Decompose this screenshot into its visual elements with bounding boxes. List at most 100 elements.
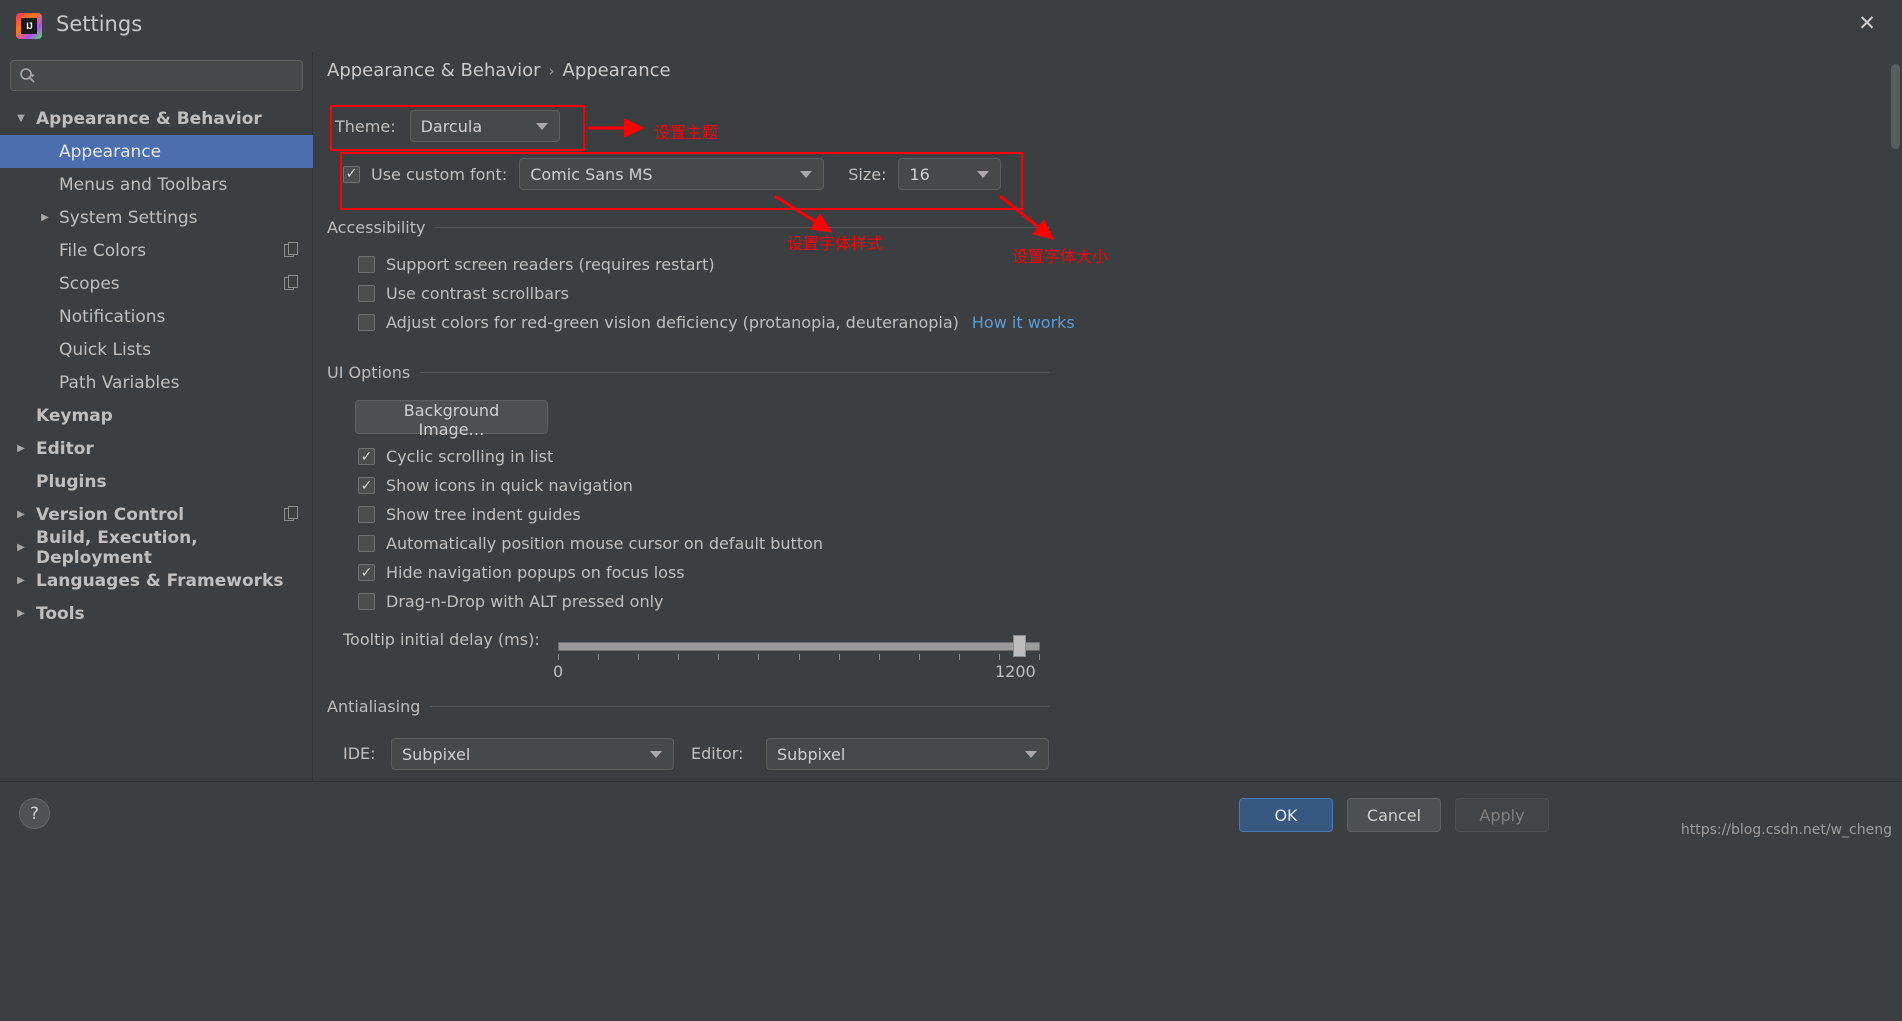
chevron-right-icon[interactable]: ▶ — [14, 541, 28, 555]
main-panel: Appearance & Behavior › Appearance Theme: … — [313, 52, 1902, 781]
logo-inner-text: IJ — [21, 18, 37, 34]
sidebar-item-label: Scopes — [59, 273, 120, 294]
settings-tree: ▼ Appearance & Behavior Appearance Menus an… — [0, 102, 313, 630]
sidebar-item-quick-lists[interactable]: Quick Lists — [0, 333, 313, 366]
watermark-text: https://blog.csdn.net/w_cheng — [1680, 822, 1892, 838]
close-icon[interactable]: ✕ — [1850, 8, 1884, 38]
antialiasing-editor-value: Subpixel — [777, 744, 846, 764]
how-it-works-link[interactable]: How it works — [972, 313, 1075, 332]
sidebar-item-label: File Colors — [59, 240, 147, 261]
chevron-down-icon — [800, 171, 813, 178]
copy-settings-icon[interactable] — [284, 275, 299, 291]
sidebar-item-appearance[interactable]: Appearance — [0, 135, 313, 168]
copy-settings-icon[interactable] — [284, 242, 299, 258]
custom-font-row: Use custom font: Comic Sans MS Size: 16 — [343, 158, 1002, 190]
sidebar-item-version-control[interactable]: ▶ Version Control — [0, 498, 313, 531]
copy-settings-icon[interactable] — [284, 506, 299, 522]
antialiasing-ide-value: Subpixel — [402, 744, 471, 764]
sidebar: ▼ Appearance & Behavior Appearance Menus an… — [0, 52, 313, 781]
adjust-colors-label: Adjust colors for red-green vision defic… — [386, 313, 959, 332]
checkbox-row-tree-indent-guides[interactable]: Show tree indent guides — [358, 505, 581, 524]
checkbox-row-auto-position-cursor[interactable]: Automatically position mouse cursor on d… — [358, 534, 823, 553]
font-size-select[interactable]: 16 — [898, 158, 1002, 190]
sidebar-item-label: Menus and Toolbars — [59, 174, 228, 195]
chevron-down-icon — [650, 751, 662, 758]
breadcrumb-root[interactable]: Appearance & Behavior — [327, 60, 541, 81]
sidebar-item-scopes[interactable]: Scopes — [0, 267, 313, 300]
ui-options-group-title: UI Options — [327, 363, 411, 382]
chevron-right-icon[interactable]: ▶ — [14, 442, 28, 456]
breadcrumb: Appearance & Behavior › Appearance — [327, 60, 671, 81]
sidebar-item-languages-frameworks[interactable]: ▶ Languages & Frameworks — [0, 564, 313, 597]
search-field-wrapper — [10, 60, 303, 91]
checkbox-row-contrast-scrollbars[interactable]: Use contrast scrollbars — [358, 284, 569, 303]
sidebar-item-build-execution-deployment[interactable]: ▶ Build, Execution, Deployment — [0, 528, 313, 568]
sidebar-item-label: System Settings — [59, 207, 198, 228]
font-size-label: Size: — [848, 164, 887, 184]
divider — [420, 372, 1049, 373]
sidebar-item-label: Quick Lists — [59, 339, 152, 360]
use-custom-font-checkbox[interactable] — [343, 165, 360, 183]
chevron-down-icon[interactable]: ▼ — [14, 112, 28, 126]
sidebar-item-plugins[interactable]: Plugins — [0, 465, 313, 498]
slider-min-label: 0 — [553, 662, 564, 681]
hide-navigation-popups-checkbox[interactable] — [358, 564, 375, 581]
sidebar-item-keymap[interactable]: Keymap — [0, 399, 313, 432]
sidebar-item-label: Appearance — [59, 141, 162, 162]
drag-n-drop-alt-checkbox[interactable] — [358, 593, 375, 610]
sidebar-item-editor[interactable]: ▶ Editor — [0, 432, 313, 465]
sidebar-item-notifications[interactable]: Notifications — [0, 300, 313, 333]
vertical-scrollbar[interactable] — [1891, 64, 1900, 149]
checkbox-row-cyclic-scrolling[interactable]: Cyclic scrolling in list — [358, 447, 553, 466]
cancel-button[interactable]: Cancel — [1347, 798, 1441, 832]
search-input[interactable] — [10, 60, 303, 91]
show-tree-indent-guides-checkbox[interactable] — [358, 506, 375, 523]
antialiasing-ide-select[interactable]: Subpixel — [391, 738, 674, 770]
sidebar-item-label: Languages & Frameworks — [36, 570, 284, 591]
dialog-footer: ? OK Cancel Apply https://blog.csdn.net/… — [0, 781, 1902, 1021]
show-tree-indent-guides-label: Show tree indent guides — [386, 505, 581, 524]
show-icons-quick-navigation-checkbox[interactable] — [358, 477, 375, 494]
font-size-value: 16 — [909, 164, 930, 184]
sidebar-item-appearance-behavior[interactable]: ▼ Appearance & Behavior — [0, 102, 313, 135]
checkbox-row-screen-readers[interactable]: Support screen readers (requires restart… — [358, 255, 715, 274]
checkbox-row-show-icons-quick-nav[interactable]: Show icons in quick navigation — [358, 476, 633, 495]
font-family-select[interactable]: Comic Sans MS — [519, 158, 825, 190]
hide-navigation-popups-label: Hide navigation popups on focus loss — [386, 563, 685, 582]
antialiasing-ide-label: IDE: — [343, 744, 376, 763]
adjust-colors-checkbox[interactable] — [358, 314, 375, 331]
use-contrast-scrollbars-checkbox[interactable] — [358, 285, 375, 302]
theme-select[interactable]: Darcula — [409, 110, 560, 142]
apply-button: Apply — [1455, 798, 1549, 832]
tooltip-delay-slider-track[interactable] — [558, 642, 1040, 651]
chevron-down-icon — [535, 123, 548, 130]
chevron-right-icon[interactable]: ▶ — [38, 211, 52, 225]
breadcrumb-leaf: Appearance — [562, 60, 671, 81]
chevron-right-icon[interactable]: ▶ — [14, 574, 28, 588]
help-icon[interactable]: ? — [19, 798, 50, 829]
chevron-down-icon — [1025, 751, 1037, 758]
support-screen-readers-checkbox[interactable] — [358, 256, 375, 273]
sidebar-item-label: Build, Execution, Deployment — [36, 527, 198, 568]
sidebar-item-tools[interactable]: ▶ Tools — [0, 597, 313, 630]
theme-row: Theme: Darcula — [335, 110, 560, 142]
antialiasing-editor-select[interactable]: Subpixel — [766, 738, 1049, 770]
chevron-right-icon[interactable]: ▶ — [14, 607, 28, 621]
cyclic-scrolling-checkbox[interactable] — [358, 448, 375, 465]
ok-button[interactable]: OK — [1239, 798, 1333, 832]
checkbox-row-drag-n-drop-alt[interactable]: Drag-n-Drop with ALT pressed only — [358, 592, 664, 611]
sidebar-item-file-colors[interactable]: File Colors — [0, 234, 313, 267]
sidebar-item-label: Path Variables — [59, 372, 180, 393]
sidebar-item-system-settings[interactable]: ▶ System Settings — [0, 201, 313, 234]
use-custom-font-label: Use custom font: — [371, 164, 508, 184]
divider — [430, 706, 1049, 707]
sidebar-item-menus-and-toolbars[interactable]: Menus and Toolbars — [0, 168, 313, 201]
checkbox-row-hide-nav-popups[interactable]: Hide navigation popups on focus loss — [358, 563, 685, 582]
chevron-right-icon[interactable]: ▶ — [14, 508, 28, 522]
sidebar-item-label: Keymap — [36, 405, 113, 426]
background-image-button[interactable]: Background Image… — [355, 400, 548, 439]
sidebar-item-path-variables[interactable]: Path Variables — [0, 366, 313, 399]
auto-position-mouse-cursor-checkbox[interactable] — [358, 535, 375, 552]
checkbox-row-color-deficiency[interactable]: Adjust colors for red-green vision defic… — [358, 313, 1075, 332]
drag-n-drop-alt-label: Drag-n-Drop with ALT pressed only — [386, 592, 664, 611]
